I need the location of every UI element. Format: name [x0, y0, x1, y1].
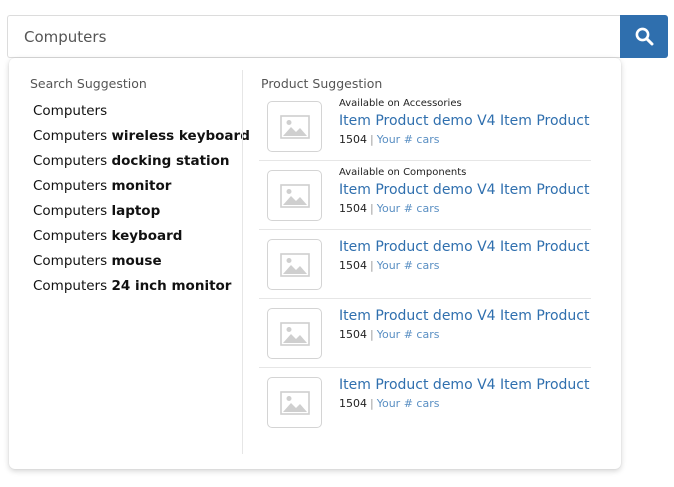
suggestion-match: docking station: [111, 153, 230, 169]
product-thumbnail[interactable]: [267, 101, 322, 152]
search-icon: [635, 27, 653, 46]
product-thumbnail[interactable]: [267, 377, 322, 428]
suggestion-prefix: Computers: [33, 103, 108, 119]
meta-separator: |: [370, 259, 374, 272]
search-suggestion-item[interactable]: Computers wireless keyboard: [33, 128, 250, 153]
product-suggestion-item[interactable]: Available on Components Item Product dem…: [259, 161, 591, 230]
product-cars-link[interactable]: Your # cars: [377, 259, 440, 272]
product-number: 1504: [339, 202, 367, 215]
search-suggestion-list: Computers Computers wireless keyboard Co…: [33, 103, 250, 303]
product-title-link[interactable]: Item Product demo V4 Item Product: [339, 179, 591, 201]
suggestion-prefix: Computers: [33, 178, 108, 194]
image-placeholder-icon: [279, 183, 310, 208]
image-placeholder-icon: [279, 252, 310, 277]
search-bar: [7, 15, 668, 58]
product-thumbnail[interactable]: [267, 239, 322, 290]
product-suggestion-list: Available on Accessories Item Product de…: [259, 92, 591, 437]
suggestion-prefix: Computers: [33, 128, 108, 144]
search-button[interactable]: [620, 15, 668, 58]
autocomplete-dropdown: Search Suggestion Computers Computers wi…: [9, 58, 621, 469]
product-thumbnail[interactable]: [267, 170, 322, 221]
product-suggestion-heading: Product Suggestion: [261, 76, 383, 91]
search-suggestion-item[interactable]: Computers mouse: [33, 253, 250, 278]
product-cars-link[interactable]: Your # cars: [377, 202, 440, 215]
product-thumbnail[interactable]: [267, 308, 322, 359]
product-title-link[interactable]: Item Product demo V4 Item Product: [339, 374, 591, 396]
product-number: 1504: [339, 133, 367, 146]
product-availability: Available on Accessories: [339, 98, 462, 109]
search-suggestion-item[interactable]: Computers monitor: [33, 178, 250, 203]
product-title-link[interactable]: Item Product demo V4 Item Product: [339, 305, 591, 327]
search-suggestion-heading: Search Suggestion: [30, 76, 147, 91]
product-title-link[interactable]: Item Product demo V4 Item Product: [339, 110, 591, 132]
suggestion-prefix: Computers: [33, 228, 108, 244]
search-input[interactable]: [7, 15, 621, 58]
suggestion-prefix: Computers: [33, 278, 108, 294]
product-number: 1504: [339, 259, 367, 272]
product-number: 1504: [339, 397, 367, 410]
suggestion-prefix: Computers: [33, 203, 108, 219]
product-suggestion-item[interactable]: Available on Accessories Item Product de…: [259, 92, 591, 161]
suggestion-match: monitor: [111, 178, 172, 194]
search-suggestion-item[interactable]: Computers docking station: [33, 153, 250, 178]
search-suggestion-item[interactable]: Computers 24 inch monitor: [33, 278, 250, 303]
meta-separator: |: [370, 133, 374, 146]
product-suggestion-item[interactable]: Item Product demo V4 Item Product 1504 | Y…: [259, 230, 591, 299]
suggestion-match: 24 inch monitor: [111, 278, 232, 294]
product-number: 1504: [339, 328, 367, 341]
product-title-link[interactable]: Item Product demo V4 Item Product: [339, 236, 591, 258]
suggestion-match: mouse: [111, 253, 162, 269]
suggestion-match: keyboard: [111, 228, 183, 244]
search-suggestion-item[interactable]: Computers keyboard: [33, 228, 250, 253]
meta-separator: |: [370, 397, 374, 410]
product-cars-link[interactable]: Your # cars: [377, 133, 440, 146]
product-availability: Available on Components: [339, 167, 467, 178]
product-suggestion-item[interactable]: Item Product demo V4 Item Product 1504 | Y…: [259, 299, 591, 368]
search-suggestion-item[interactable]: Computers: [33, 103, 250, 128]
product-cars-link[interactable]: Your # cars: [377, 328, 440, 341]
image-placeholder-icon: [279, 114, 310, 139]
suggestion-prefix: Computers: [33, 153, 108, 169]
product-cars-link[interactable]: Your # cars: [377, 397, 440, 410]
image-placeholder-icon: [279, 321, 310, 346]
product-suggestion-item[interactable]: Item Product demo V4 Item Product 1504 | Y…: [259, 368, 591, 437]
image-placeholder-icon: [279, 390, 310, 415]
meta-separator: |: [370, 202, 374, 215]
suggestion-prefix: Computers: [33, 253, 108, 269]
suggestion-match: wireless keyboard: [111, 128, 250, 144]
column-divider: [242, 70, 243, 454]
meta-separator: |: [370, 328, 374, 341]
suggestion-match: laptop: [111, 203, 161, 219]
search-suggestion-item[interactable]: Computers laptop: [33, 203, 250, 228]
